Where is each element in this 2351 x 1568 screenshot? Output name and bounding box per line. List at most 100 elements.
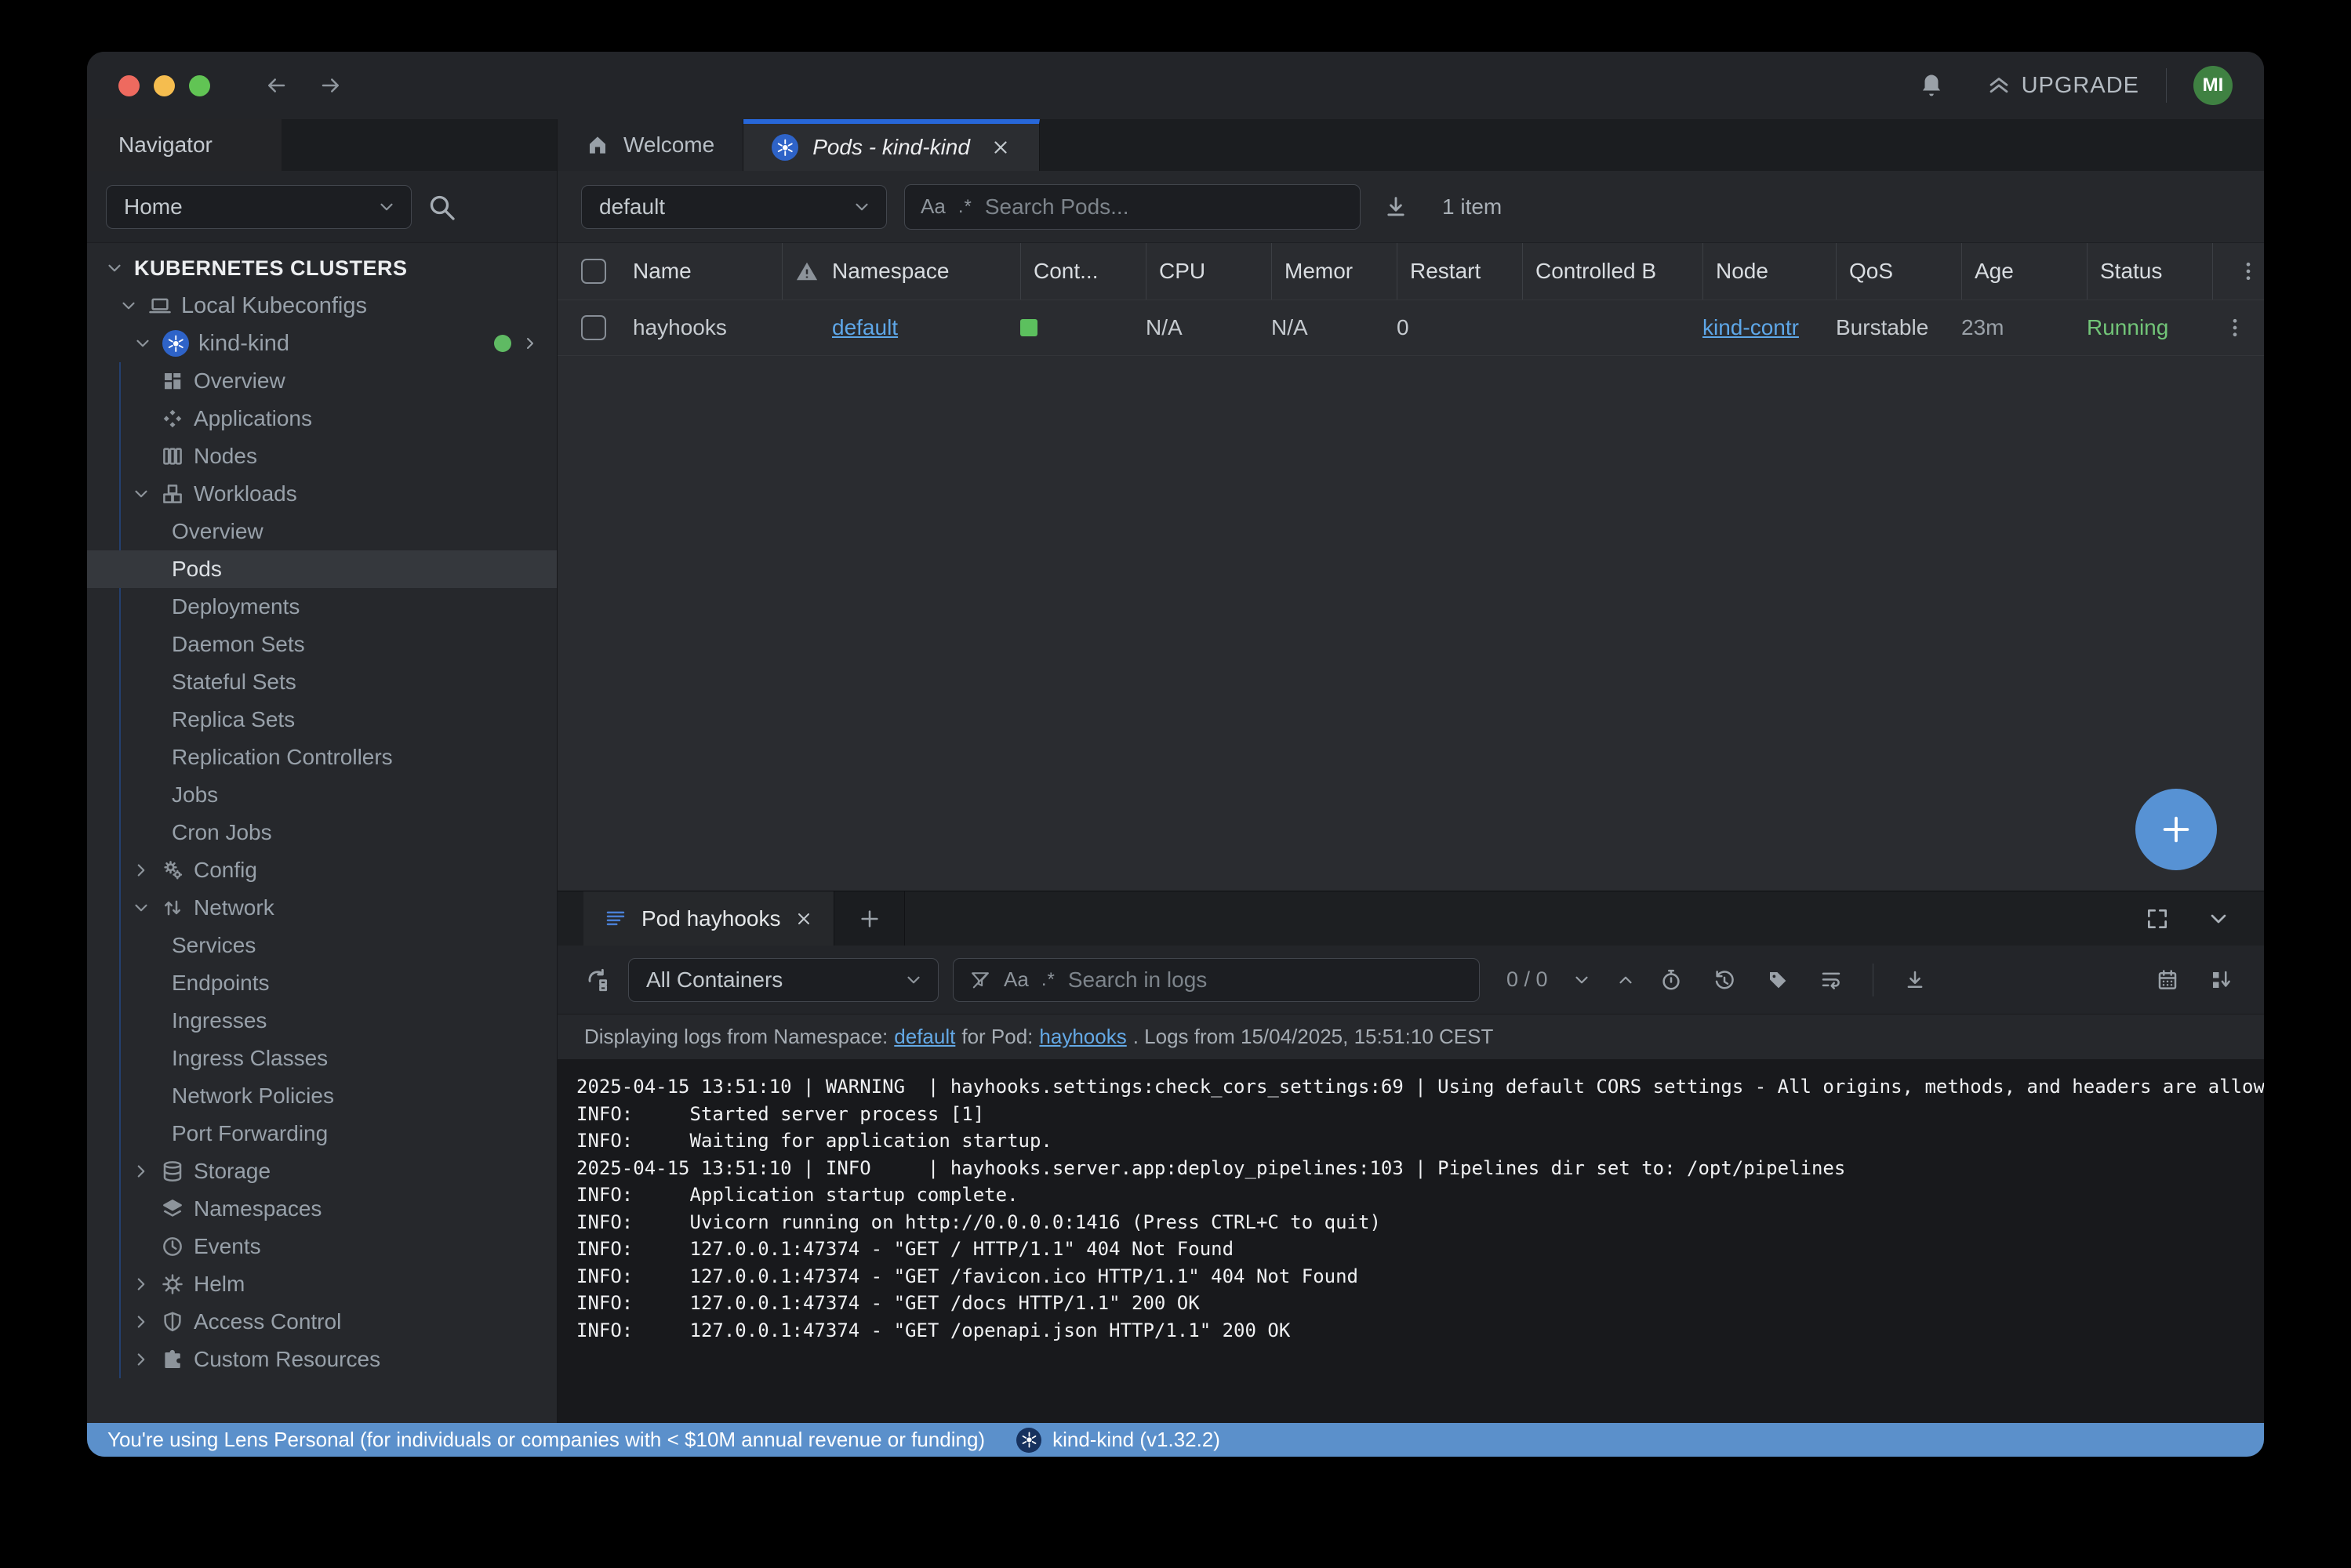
pods-table-row[interactable]: hayhooksdefaultN/AN/A0kind-contrBurstabl… [558,299,2264,356]
forward-button[interactable] [314,68,348,103]
sidebar-item-stateful-sets[interactable]: Stateful Sets [87,663,557,701]
scroll-to-bottom-icon[interactable] [2209,968,2233,992]
applications-icon [161,407,184,430]
sidebar-item-pods[interactable]: Pods [87,550,557,588]
close-dock-tab-icon[interactable] [794,909,813,928]
sidebar-item-cron-jobs[interactable]: Cron Jobs [87,814,557,851]
download-logs-icon[interactable] [1903,968,1927,992]
match-case-toggle[interactable]: Aa [921,194,946,219]
wrap-lines-icon[interactable] [1819,968,1843,992]
namespace-select[interactable]: default [581,185,887,229]
sidebar-item-nodes[interactable]: Nodes [87,437,557,475]
filter-funnel-icon[interactable] [969,969,991,991]
sidebar-item-daemon-sets[interactable]: Daemon Sets [87,626,557,663]
column-header-controlled-b[interactable]: Controlled B [1522,243,1702,299]
row-checkbox[interactable] [581,315,606,340]
column-header-namespace[interactable]: Namespace [832,243,1020,299]
next-match-icon[interactable] [1572,970,1592,990]
sidebar-item-port-forwarding[interactable]: Port Forwarding [87,1115,557,1152]
sidebar-item-overview[interactable]: Overview [87,513,557,550]
pod-node-link[interactable]: kind-contr [1702,315,1799,340]
regex-toggle[interactable]: .* [958,196,972,218]
notifications-bell-icon[interactable] [1918,72,1945,99]
search-logs-input[interactable]: Aa .* Search in logs [953,958,1480,1002]
log-line: INFO: 127.0.0.1:47374 - "GET /favicon.ic… [576,1263,2264,1290]
calendar-icon[interactable] [2156,968,2179,992]
sidebar-item-network[interactable]: Network [87,889,557,927]
sidebar-item-jobs[interactable]: Jobs [87,776,557,814]
sidebar-item-label: Stateful Sets [172,670,296,695]
collapse-dock-icon[interactable] [2206,906,2231,931]
sidebar-item-applications[interactable]: Applications [87,400,557,437]
minimize-window-button[interactable] [154,75,175,96]
sidebar-item-network-policies[interactable]: Network Policies [87,1077,557,1115]
column-header-restart[interactable]: Restart [1397,243,1522,299]
back-button[interactable] [259,68,293,103]
log-line: INFO: Started server process [1] [576,1101,2264,1128]
search-pods-placeholder: Search Pods... [985,194,1129,220]
container-select[interactable]: All Containers [628,958,939,1002]
close-tab-icon[interactable] [990,137,1011,158]
sidebar-item-events[interactable]: Events [87,1228,557,1265]
new-dock-tab-button[interactable] [834,891,905,946]
tag-icon[interactable] [1766,968,1790,992]
tab-welcome[interactable]: Welcome [558,119,743,171]
container-cycle-icon[interactable] [584,967,611,993]
sidebar-item-replica-sets[interactable]: Replica Sets [87,701,557,739]
column-header-node[interactable]: Node [1702,243,1836,299]
sidebar-item-kind-kind[interactable]: kind-kind [87,325,557,362]
regex-toggle[interactable]: .* [1041,969,1056,991]
warning-column-header[interactable] [782,243,832,299]
sidebar-item-label: Daemon Sets [172,632,305,657]
sidebar-item-deployments[interactable]: Deployments [87,588,557,626]
search-pods-input[interactable]: Aa .* Search Pods... [904,184,1361,230]
add-resource-fab[interactable] [2135,789,2217,870]
column-header-cont[interactable]: Cont... [1020,243,1146,299]
column-header-cpu[interactable]: CPU [1146,243,1271,299]
sidebar-search-icon[interactable] [426,191,457,223]
scope-select[interactable]: Home [106,185,412,229]
sidebar-item-workloads[interactable]: Workloads [87,475,557,513]
sidebar-item-local-kubeconfigs[interactable]: Local Kubeconfigs [87,287,557,325]
column-header-name[interactable]: Name [633,243,782,299]
sidebar-item-ingress-classes[interactable]: Ingress Classes [87,1040,557,1077]
tab-pods-kind-kind[interactable]: Pods - kind-kind [743,119,1040,171]
sidebar-item-config[interactable]: Config [87,851,557,889]
log-line: INFO: Uvicorn running on http://0.0.0.0:… [576,1209,2264,1236]
match-case-toggle[interactable]: Aa [1004,967,1029,992]
download-items-icon[interactable] [1383,194,1409,220]
container-status-cell [1020,300,1146,355]
expand-dock-icon[interactable] [2145,906,2170,931]
maximize-window-button[interactable] [189,75,210,96]
sidebar-item-replication-controllers[interactable]: Replication Controllers [87,739,557,776]
sidebar-item-namespaces[interactable]: Namespaces [87,1190,557,1228]
sidebar-item-access-control[interactable]: Access Control [87,1303,557,1341]
select-all-checkbox[interactable] [581,259,606,284]
sidebar-item-endpoints[interactable]: Endpoints [87,964,557,1002]
namespace-link[interactable]: default [894,1025,955,1049]
avatar[interactable]: MI [2193,66,2233,105]
cluster-status[interactable]: kind-kind (v1.32.2) [1016,1428,1220,1453]
pod-link[interactable]: hayhooks [1039,1025,1126,1049]
upgrade-button[interactable]: UPGRADE [1986,72,2139,99]
sidebar-item-services[interactable]: Services [87,927,557,964]
sidebar-item-custom-resources[interactable]: Custom Resources [87,1341,557,1378]
sidebar-item-overview[interactable]: Overview [87,362,557,400]
kebab-icon[interactable] [2223,316,2247,339]
column-header-memor[interactable]: Memor [1271,243,1397,299]
log-output[interactable]: 2025-04-15 13:51:10 | WARNING | hayhooks… [558,1059,2264,1423]
events-icon [161,1235,184,1258]
previous-logs-icon[interactable] [1713,968,1736,992]
timestamps-toggle-icon[interactable] [1659,968,1683,992]
close-window-button[interactable] [118,75,140,96]
sidebar-item-kubernetes-clusters[interactable]: KUBERNETES CLUSTERS [87,249,557,287]
column-header-qos[interactable]: QoS [1836,243,1961,299]
sidebar-item-helm[interactable]: Helm [87,1265,557,1303]
prev-match-icon[interactable] [1615,970,1636,990]
pod-namespace-link[interactable]: default [832,315,898,340]
dock-tab-pod-hayhooks[interactable]: Pod hayhooks [583,891,834,946]
sidebar-item-ingresses[interactable]: Ingresses [87,1002,557,1040]
column-header-status[interactable]: Status [2087,243,2212,299]
column-header-age[interactable]: Age [1961,243,2087,299]
sidebar-item-storage[interactable]: Storage [87,1152,557,1190]
